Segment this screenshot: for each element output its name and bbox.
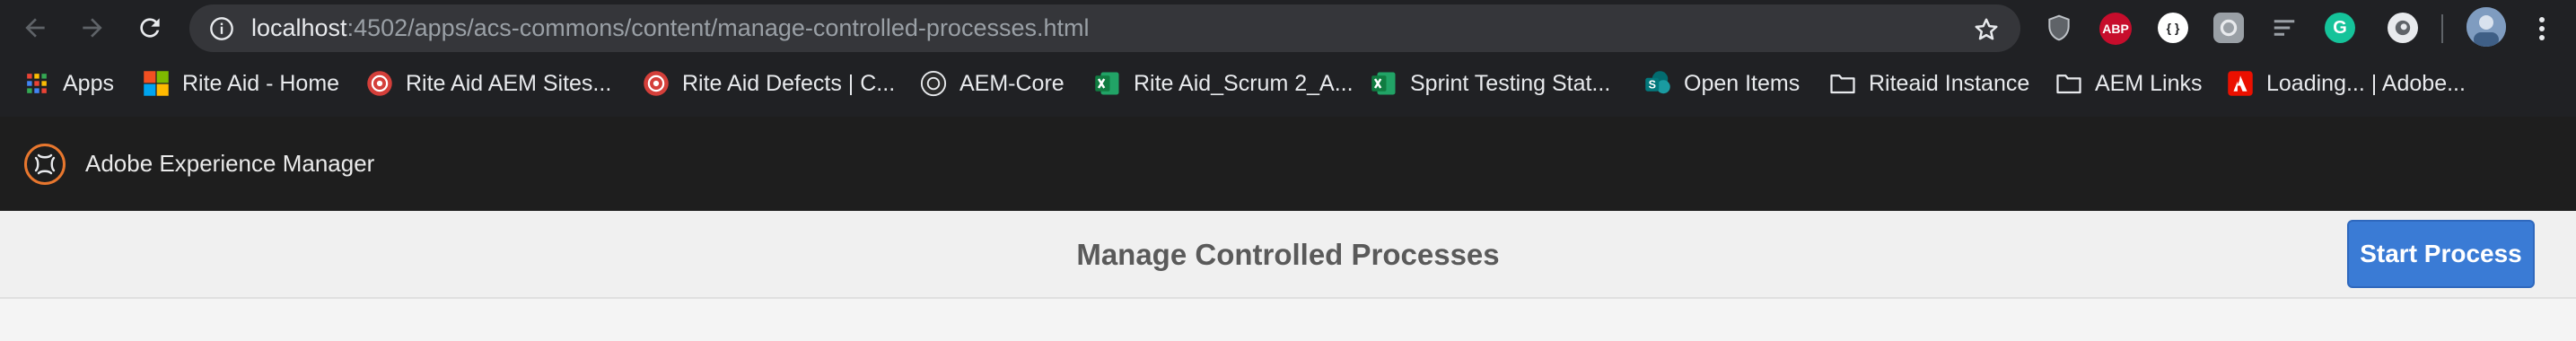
bookmark-label: Rite Aid AEM Sites... bbox=[406, 70, 612, 96]
circle-extension-icon[interactable] bbox=[2388, 13, 2418, 43]
folder-icon bbox=[1829, 70, 1856, 97]
red-target-icon bbox=[366, 70, 393, 97]
bookmark-rite-aid-aem-sites[interactable]: Rite Aid AEM Sites... bbox=[366, 68, 611, 99]
bookmark-rite-aid-scrum[interactable]: Rite Aid_Scrum 2_A... bbox=[1094, 68, 1354, 99]
red-target-icon bbox=[643, 70, 670, 97]
bookmark-label: Sprint Testing Stat... bbox=[1410, 70, 1611, 96]
bookmark-rite-aid-defects[interactable]: Rite Aid Defects | C... bbox=[643, 68, 895, 99]
excel-icon bbox=[1094, 70, 1121, 97]
bookmark-star-icon[interactable] bbox=[1973, 16, 2000, 43]
svg-text:S: S bbox=[1649, 79, 1656, 92]
page-title: Manage Controlled Processes bbox=[1076, 238, 1500, 271]
bookmark-adobe-loading[interactable]: Loading... | Adobe... bbox=[2227, 68, 2466, 99]
apps-grid-icon bbox=[23, 70, 50, 97]
back-arrow-icon bbox=[25, 18, 45, 38]
bookmark-sprint-testing[interactable]: Sprint Testing Stat... bbox=[1371, 68, 1610, 99]
adblock-label: ABP bbox=[2102, 22, 2129, 36]
browser-menu-icon[interactable] bbox=[2531, 13, 2553, 45]
aem-logo-icon[interactable] bbox=[23, 143, 66, 186]
forward-arrow-icon bbox=[83, 18, 102, 38]
bookmark-label: Rite Aid - Home bbox=[182, 70, 340, 96]
page-content bbox=[0, 299, 2576, 341]
list-extension-icon[interactable] bbox=[2269, 13, 2300, 43]
extension-settings-icon[interactable] bbox=[2213, 13, 2244, 43]
privacy-shield-icon[interactable] bbox=[2044, 13, 2074, 43]
address-bar[interactable]: localhost:4502/apps/acs-commons/content/… bbox=[189, 4, 2020, 52]
reload-button[interactable] bbox=[132, 10, 168, 46]
page-header: Manage Controlled Processes Start Proces… bbox=[0, 211, 2576, 299]
bookmark-aem-core[interactable]: AEM-Core bbox=[920, 68, 1065, 99]
forward-button[interactable] bbox=[74, 10, 110, 46]
grammarly-icon[interactable]: G bbox=[2325, 13, 2355, 43]
back-button[interactable] bbox=[17, 10, 53, 46]
reload-icon bbox=[140, 18, 160, 38]
bookmark-label: AEM-Core bbox=[959, 70, 1065, 96]
microsoft-icon bbox=[143, 70, 170, 97]
bookmark-label: Rite Aid_Scrum 2_A... bbox=[1134, 70, 1354, 96]
json-formatter-icon[interactable]: { } bbox=[2158, 13, 2188, 43]
bookmark-label: Loading... | Adobe... bbox=[2266, 70, 2466, 96]
product-title[interactable]: Adobe Experience Manager bbox=[85, 117, 374, 211]
bookmark-riteaid-instance[interactable]: Riteaid Instance bbox=[1829, 68, 2029, 99]
aem-shell-header: Adobe Experience Manager bbox=[0, 117, 2576, 211]
toolbar-divider bbox=[2441, 14, 2443, 43]
start-process-button[interactable]: Start Process bbox=[2347, 220, 2535, 288]
avatar-image-icon bbox=[2466, 7, 2506, 47]
bookmark-label: Riteaid Instance bbox=[1869, 70, 2030, 96]
url-text[interactable]: localhost:4502/apps/acs-commons/content/… bbox=[251, 4, 1090, 52]
url-path: :4502/apps/acs-commons/content/manage-co… bbox=[346, 14, 1090, 41]
site-info-icon[interactable] bbox=[209, 16, 234, 41]
bookmark-label: Apps bbox=[63, 70, 114, 96]
bookmark-apps[interactable]: Apps bbox=[23, 68, 114, 99]
bookmark-label: AEM Links bbox=[2095, 70, 2203, 96]
adobe-icon bbox=[2227, 70, 2254, 97]
profile-avatar[interactable] bbox=[2466, 7, 2506, 47]
browser-toolbar: localhost:4502/apps/acs-commons/content/… bbox=[0, 0, 2576, 57]
grammarly-label: G bbox=[2333, 17, 2347, 38]
bookmark-open-items[interactable]: S Open Items bbox=[1644, 68, 1800, 99]
bookmark-label: Rite Aid Defects | C... bbox=[682, 70, 896, 96]
folder-icon bbox=[2055, 70, 2082, 97]
bookmark-aem-links[interactable]: AEM Links bbox=[2055, 68, 2202, 99]
adblock-plus-icon[interactable]: ABP bbox=[2099, 13, 2132, 45]
excel-icon bbox=[1371, 70, 1398, 97]
github-icon bbox=[920, 70, 947, 97]
bookmarks-bar: Apps Rite Aid - Home Rite Aid AEM Sites.… bbox=[0, 57, 2576, 109]
bookmark-label: Open Items bbox=[1684, 70, 1801, 96]
browser-chrome: localhost:4502/apps/acs-commons/content/… bbox=[0, 0, 2576, 117]
url-host: localhost bbox=[251, 14, 347, 41]
sharepoint-icon: S bbox=[1644, 70, 1671, 97]
bookmark-rite-aid-home[interactable]: Rite Aid - Home bbox=[143, 68, 339, 99]
json-formatter-label: { } bbox=[2166, 21, 2180, 35]
